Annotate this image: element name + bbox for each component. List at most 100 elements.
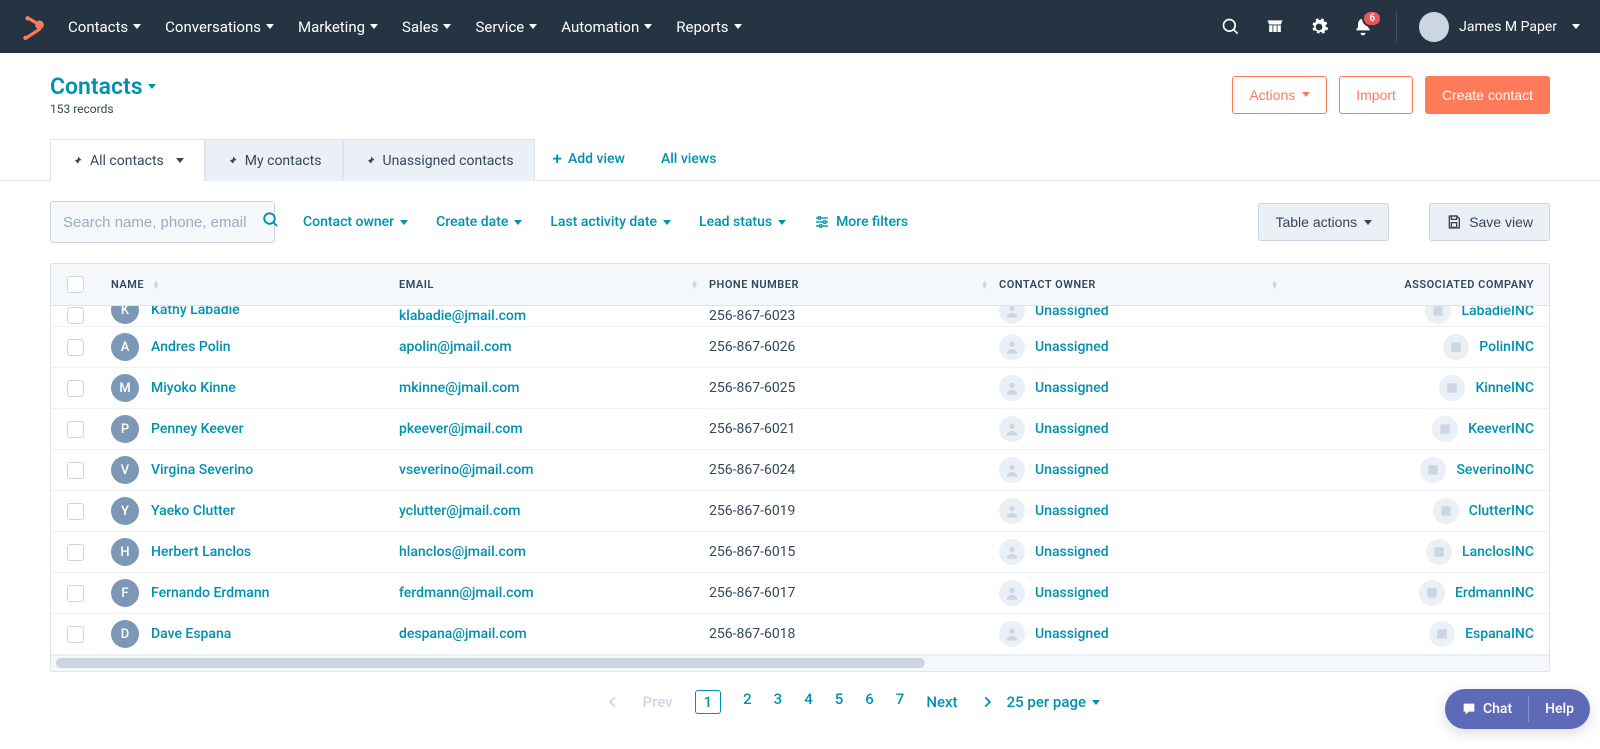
save-view-button[interactable]: Save view — [1429, 203, 1550, 241]
search-icon[interactable] — [1220, 16, 1242, 38]
contact-name-link[interactable]: Kathy Labadie — [151, 306, 240, 318]
settings-icon[interactable] — [1308, 16, 1330, 38]
marketplace-icon[interactable] — [1264, 16, 1286, 38]
contact-email-link[interactable]: mkinne@jmail.com — [399, 380, 519, 396]
chevron-down-icon — [529, 24, 537, 29]
owner-avatar — [999, 539, 1025, 565]
company-link[interactable]: SeverinoINC — [1456, 462, 1534, 478]
tab-unassigned-contacts[interactable]: Unassigned contacts — [343, 139, 535, 181]
row-checkbox[interactable] — [67, 462, 84, 479]
page-number-7[interactable]: 7 — [896, 690, 905, 714]
row-checkbox[interactable] — [67, 339, 84, 356]
contact-owner-link[interactable]: Unassigned — [1035, 339, 1109, 355]
row-checkbox[interactable] — [67, 503, 84, 520]
user-menu[interactable]: James M Paper — [1419, 12, 1580, 42]
contact-name-link[interactable]: Miyoko Kinne — [151, 380, 236, 396]
contact-name-link[interactable]: Herbert Lanclos — [151, 544, 251, 560]
page-number-5[interactable]: 5 — [835, 690, 844, 714]
nav-item-sales[interactable]: Sales — [402, 18, 451, 36]
contact-email-link[interactable]: hlanclos@jmail.com — [399, 544, 526, 560]
contact-owner-link[interactable]: Unassigned — [1035, 503, 1109, 519]
contact-name-link[interactable]: Dave Espana — [151, 626, 231, 642]
contact-email-link[interactable]: vseverino@jmail.com — [399, 462, 533, 478]
notifications-icon[interactable]: 6 — [1352, 16, 1374, 38]
next-page-link[interactable]: Next — [926, 693, 957, 711]
col-owner[interactable]: CONTACT OWNER — [999, 278, 1096, 291]
company-link[interactable]: LabadieINC — [1461, 306, 1534, 319]
contact-email-link[interactable]: despana@jmail.com — [399, 626, 527, 642]
nav-item-contacts[interactable]: Contacts — [68, 18, 141, 36]
chat-button[interactable]: Chat — [1445, 701, 1528, 717]
row-checkbox[interactable] — [67, 380, 84, 397]
search-input[interactable] — [63, 214, 262, 231]
contact-owner-link[interactable]: Unassigned — [1035, 462, 1109, 478]
filter-last-activity[interactable]: Last activity date — [550, 214, 671, 230]
chevron-down-icon — [370, 24, 378, 29]
contact-name-link[interactable]: Andres Polin — [151, 339, 231, 355]
filter-create-date[interactable]: Create date — [436, 214, 522, 230]
contact-owner-link[interactable]: Unassigned — [1035, 421, 1109, 437]
contact-owner-link[interactable]: Unassigned — [1035, 380, 1109, 396]
contact-email-link[interactable]: yclutter@jmail.com — [399, 503, 521, 519]
contact-email-link[interactable]: ferdmann@jmail.com — [399, 585, 534, 601]
table-actions-button[interactable]: Table actions — [1258, 203, 1389, 241]
contact-name-link[interactable]: Penney Keever — [151, 421, 244, 437]
import-button[interactable]: Import — [1339, 76, 1413, 114]
contact-email-link[interactable]: pkeever@jmail.com — [399, 421, 523, 437]
nav-item-service[interactable]: Service — [475, 18, 537, 36]
per-page-dropdown[interactable]: 25 per page — [1007, 693, 1100, 711]
company-link[interactable]: EspanaINC — [1465, 626, 1534, 642]
page-number-2[interactable]: 2 — [743, 690, 752, 714]
page-number-6[interactable]: 6 — [865, 690, 874, 714]
company-link[interactable]: ErdmannINC — [1455, 585, 1534, 601]
all-views-link[interactable]: All views — [643, 138, 735, 180]
contact-name-link[interactable]: Virgina Severino — [151, 462, 253, 478]
contact-owner-link[interactable]: Unassigned — [1035, 626, 1109, 642]
col-company[interactable]: ASSOCIATED COMPANY — [1404, 278, 1534, 291]
nav-item-automation[interactable]: Automation — [561, 18, 652, 36]
company-link[interactable]: KeeverINC — [1468, 421, 1534, 437]
company-link[interactable]: LanclosINC — [1462, 544, 1534, 560]
row-checkbox[interactable] — [67, 544, 84, 561]
contact-email-link[interactable]: apolin@jmail.com — [399, 339, 512, 355]
filter-contact-owner[interactable]: Contact owner — [303, 214, 408, 230]
filter-lead-status[interactable]: Lead status — [699, 214, 786, 230]
contact-email-link[interactable]: klabadie@jmail.com — [399, 308, 526, 324]
nav-item-marketing[interactable]: Marketing — [298, 18, 378, 36]
row-checkbox[interactable] — [67, 626, 84, 643]
col-email[interactable]: EMAIL — [399, 278, 434, 291]
horizontal-scrollbar[interactable] — [51, 655, 1549, 671]
contact-owner-link[interactable]: Unassigned — [1035, 544, 1109, 560]
contact-name-link[interactable]: Yaeko Clutter — [151, 503, 235, 519]
contact-owner-link[interactable]: Unassigned — [1035, 585, 1109, 601]
col-phone[interactable]: PHONE NUMBER — [709, 278, 799, 291]
row-checkbox[interactable] — [67, 585, 84, 602]
page-number-3[interactable]: 3 — [774, 690, 783, 714]
hubspot-logo[interactable] — [20, 14, 46, 40]
more-filters-link[interactable]: More filters — [814, 214, 908, 230]
tab-all-contacts[interactable]: All contacts — [50, 139, 205, 181]
nav-item-conversations[interactable]: Conversations — [165, 18, 274, 36]
col-name[interactable]: NAME — [111, 278, 144, 291]
create-contact-button[interactable]: Create contact — [1425, 76, 1550, 114]
page-title-dropdown[interactable]: Contacts — [50, 73, 156, 100]
contact-name-link[interactable]: Fernando Erdmann — [151, 585, 269, 601]
company-link[interactable]: KinneINC — [1475, 380, 1534, 396]
next-page-arrow[interactable] — [980, 695, 994, 709]
contact-owner-link[interactable]: Unassigned — [1035, 306, 1109, 319]
row-checkbox[interactable] — [67, 307, 84, 324]
search-icon[interactable] — [262, 211, 280, 233]
actions-button[interactable]: Actions — [1232, 76, 1327, 114]
company-link[interactable]: PolinINC — [1479, 339, 1534, 355]
page-number-4[interactable]: 4 — [804, 690, 813, 714]
add-view-link[interactable]: + Add view — [535, 138, 643, 180]
page-number-1[interactable]: 1 — [695, 690, 722, 714]
select-all-checkbox[interactable] — [67, 276, 84, 293]
nav-item-reports[interactable]: Reports — [676, 18, 741, 36]
help-button[interactable]: Help — [1529, 701, 1590, 717]
tab-my-contacts[interactable]: My contacts — [205, 139, 343, 181]
company-link[interactable]: ClutterINC — [1469, 503, 1534, 519]
row-checkbox[interactable] — [67, 421, 84, 438]
table-row: DDave Espanadespana@jmail.com256-867-601… — [51, 614, 1549, 655]
pin-icon — [226, 155, 238, 167]
